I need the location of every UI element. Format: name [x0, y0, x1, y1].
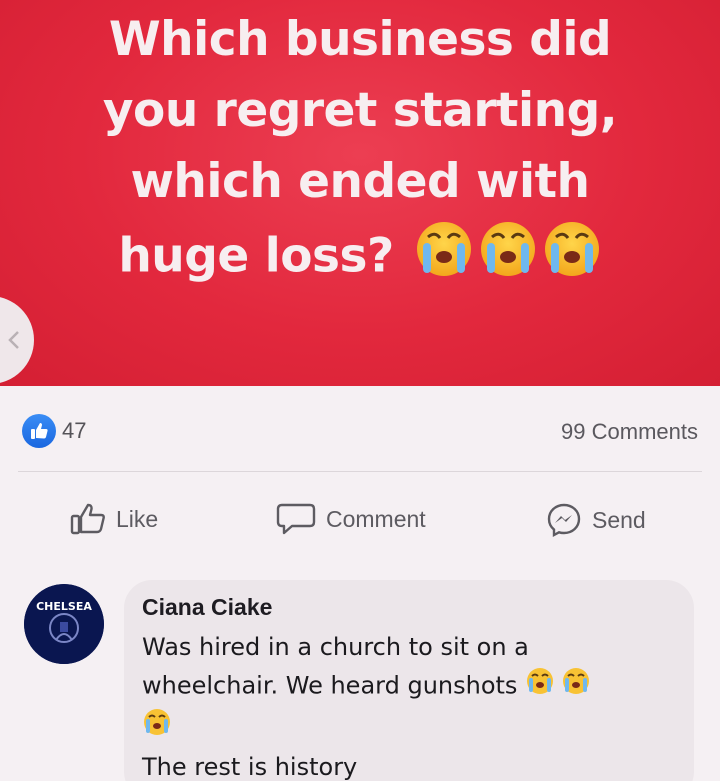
post-text: Which business did you regret starting, …	[60, 4, 660, 301]
reactions-count: 47	[62, 418, 87, 443]
comment-line-3	[142, 707, 682, 748]
messenger-icon	[546, 502, 592, 538]
crying-face-icon	[414, 217, 602, 301]
previous-post-button[interactable]	[0, 296, 34, 384]
like-label: Like	[116, 505, 159, 532]
crying-face-icon	[525, 666, 599, 707]
comment-button[interactable]: Comment	[276, 502, 426, 536]
avatar[interactable]: CHELSEA	[24, 584, 104, 664]
comment-label: Comment	[326, 505, 426, 532]
reactions-summary[interactable]: 47	[22, 414, 86, 448]
comment-section: CHELSEA Ciana Ciake Was hired in a churc…	[0, 568, 720, 781]
speech-bubble-icon	[276, 502, 326, 536]
avatar-text: CHELSEA	[36, 600, 92, 613]
comment-author[interactable]: Ciana Ciake	[142, 594, 272, 621]
thumbs-up-icon	[70, 502, 116, 536]
post-actions: Like Comment Send	[0, 472, 720, 568]
crying-face-icon	[142, 707, 172, 748]
send-label: Send	[592, 506, 646, 533]
send-button[interactable]: Send	[546, 502, 646, 538]
comments-count-link[interactable]: 99 Comments	[561, 419, 698, 445]
thumbs-up-icon	[22, 414, 56, 448]
post-text-line-4-text: huge loss?	[118, 228, 394, 284]
comment-line-2-text: wheelchair. We heard gunshots	[142, 671, 518, 700]
post-banner: Which business did you regret starting, …	[0, 0, 720, 386]
comment-line-4: The rest is history	[142, 753, 358, 781]
post-text-line-1: Which business did	[108, 12, 612, 67]
post-text-line-3: which ended with	[130, 154, 591, 209]
reactions-bar: 47 99 Comments	[0, 386, 720, 472]
facebook-post-screenshot: Which business did you regret starting, …	[0, 0, 720, 781]
comment-body: Was hired in a church to sit on a wheelc…	[142, 628, 682, 781]
chevron-left-icon	[8, 330, 20, 350]
comment-line-2: wheelchair. We heard gunshots	[142, 666, 682, 707]
like-button[interactable]: Like	[70, 502, 158, 536]
comment-line-1: Was hired in a church to sit on a	[142, 633, 529, 661]
post-text-line-2: you regret starting,	[102, 83, 618, 138]
post-text-line-4: huge loss?	[60, 217, 660, 301]
